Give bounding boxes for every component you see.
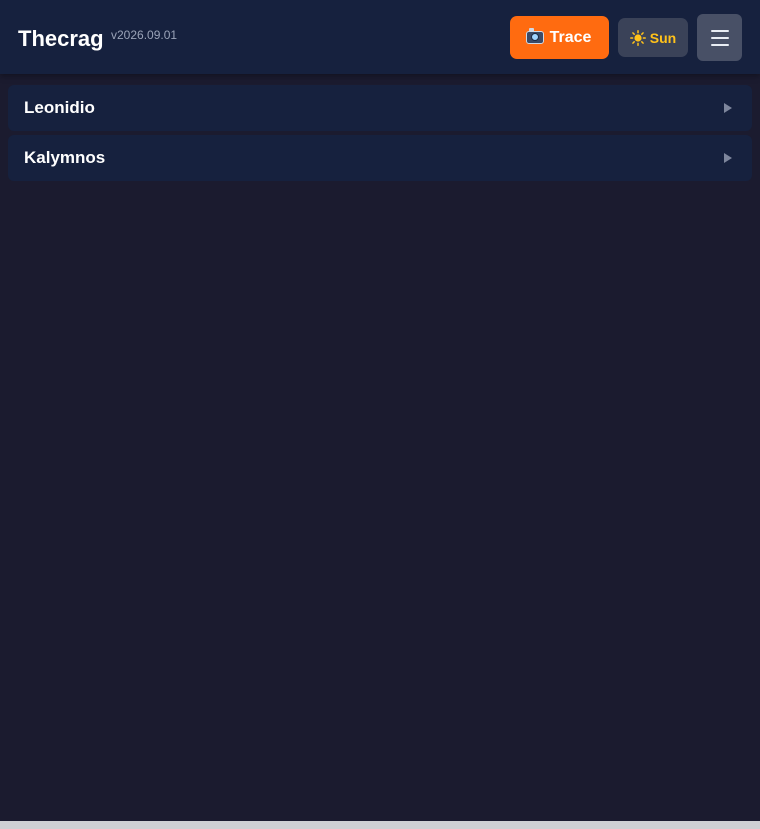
chevron-right-icon [724,153,732,163]
app-title: Thecrag [18,26,104,51]
area-row-kalymnos[interactable]: Kalymnos [8,135,752,181]
sun-icon [629,29,646,46]
camera-icon [525,28,544,44]
sun-toggle-button[interactable]: Sun [618,18,688,57]
area-name: Leonidio [24,98,95,117]
trace-button[interactable]: Trace [510,16,609,59]
sun-button-label: Sun [649,29,677,46]
area-row-leonidio[interactable]: Leonidio [8,85,752,131]
app-version: v2026.09.01 [111,28,178,42]
bottom-edge-bar [0,821,760,829]
hamburger-menu-icon [710,29,729,46]
area-name: Kalymnos [24,148,106,167]
trace-button-label: Trace [549,28,592,46]
app-header: Thecrag v2026.09.01 Trace Sun [0,0,760,74]
chevron-right-icon [724,103,732,113]
menu-button[interactable] [697,14,742,61]
